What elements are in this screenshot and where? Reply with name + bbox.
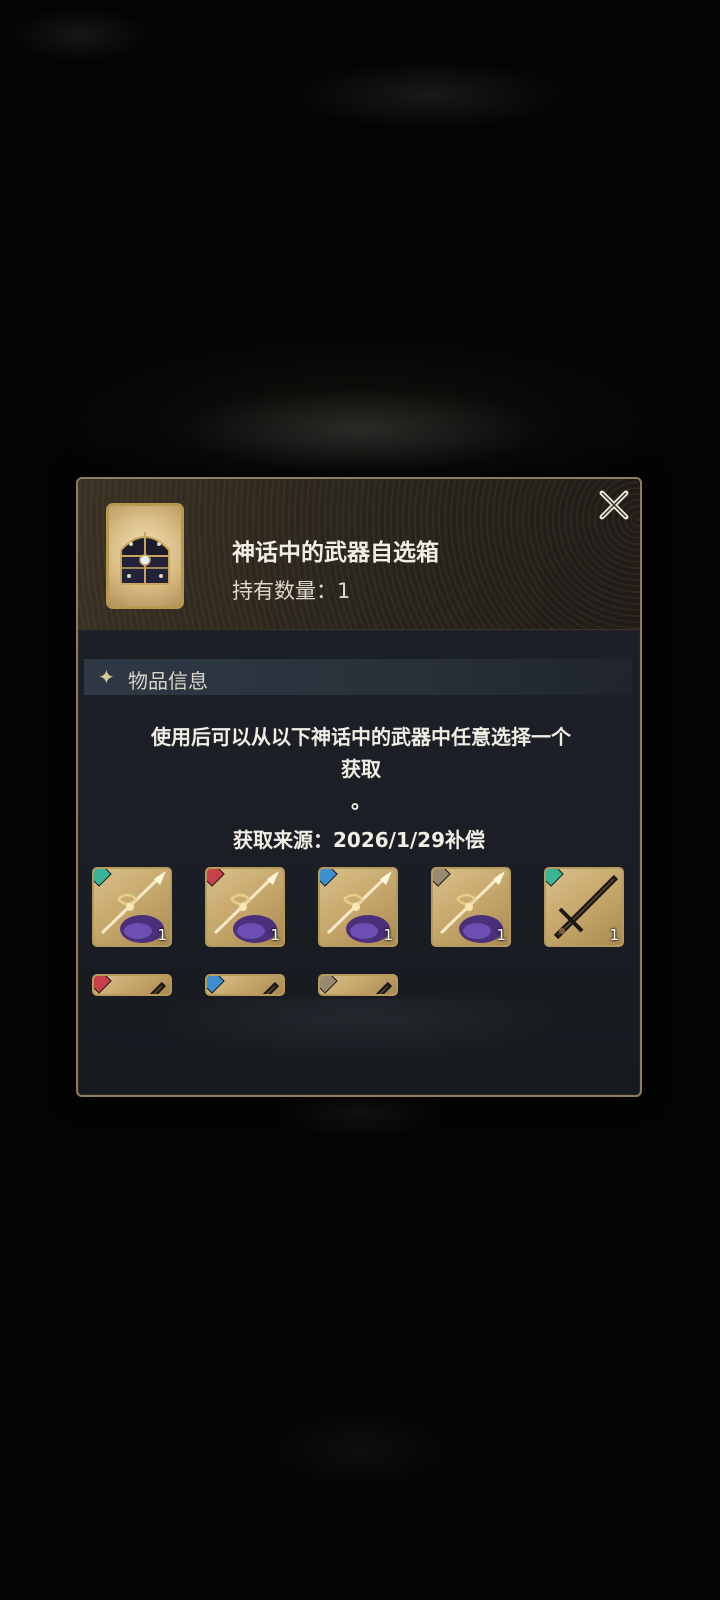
source-value: 2026/1/29补偿	[332, 828, 486, 852]
section-header: ✦ 物品信息	[84, 659, 632, 695]
item-info-dialog: 神话中的武器自选箱 持有数量：1 ✦ 物品信息 使用后可以从以下神话中的武器中任…	[76, 477, 642, 1097]
item-name: 神话中的武器自选箱	[232, 540, 439, 566]
sparkle-icon: ✦	[98, 665, 115, 689]
treasure-chest-icon	[120, 532, 170, 585]
weapon-card[interactable]: 1	[544, 867, 624, 947]
dialog-header: 神话中的武器自选箱 持有数量：1	[78, 479, 640, 630]
weapon-card[interactable]: 1	[431, 867, 511, 947]
weapon-card[interactable]: 1	[205, 867, 285, 947]
item-icon-frame	[106, 503, 184, 609]
close-x-icon	[599, 490, 629, 520]
description-line: 使用后可以从以下神话中的武器中任意选择一个	[151, 725, 571, 749]
weapon-card[interactable]	[205, 974, 285, 996]
item-count: 1	[157, 926, 167, 944]
description-line: 。	[351, 789, 371, 813]
quantity-label: 持有数量：	[232, 579, 337, 603]
weapon-card[interactable]	[92, 974, 172, 996]
item-count: 1	[383, 926, 393, 944]
source-label: 获取来源：	[232, 828, 333, 852]
item-count: 1	[609, 926, 619, 944]
item-count: 1	[270, 926, 280, 944]
decorative-fade	[78, 999, 640, 1095]
section-title: 物品信息	[128, 669, 208, 693]
description-line: 获取	[341, 757, 381, 781]
quantity-row: 持有数量：1	[232, 575, 350, 605]
item-count: 1	[496, 926, 506, 944]
item-description: 使用后可以从以下神话中的武器中任意选择一个 获取 。	[98, 721, 624, 817]
source-row: 获取来源：2026/1/29补偿	[78, 824, 640, 853]
close-button[interactable]	[594, 485, 634, 525]
weapon-card[interactable]	[318, 974, 398, 996]
quantity-value: 1	[337, 579, 351, 603]
weapon-card[interactable]: 1	[318, 867, 398, 947]
weapon-card[interactable]: 1	[92, 867, 172, 947]
